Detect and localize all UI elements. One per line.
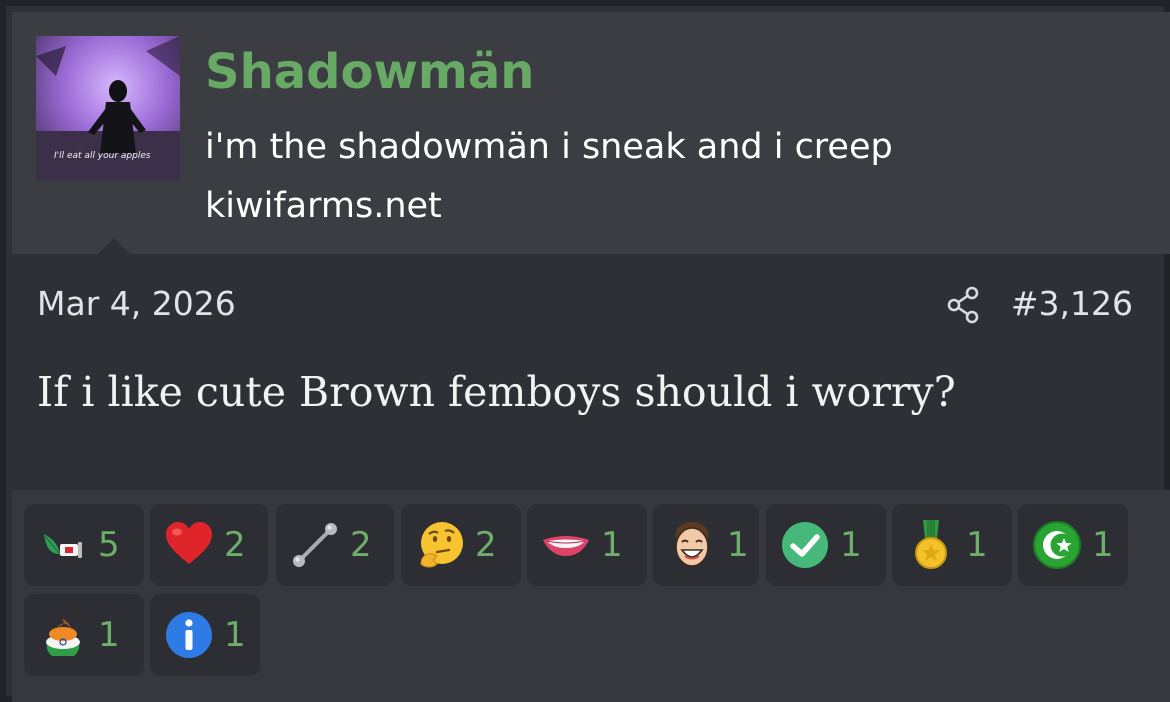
reaction-count: 2 xyxy=(475,525,497,565)
reaction-count: 1 xyxy=(840,525,862,565)
reaction-count: 2 xyxy=(350,525,372,565)
reaction-thinking[interactable]: 2 xyxy=(401,504,521,586)
reaction-count: 1 xyxy=(98,615,120,655)
info-icon xyxy=(166,612,212,658)
laughing-man-icon xyxy=(675,522,709,567)
header-pointer xyxy=(96,238,132,256)
checkmark-icon xyxy=(782,522,828,568)
reaction-poop-flag[interactable]: 1 xyxy=(24,594,144,676)
reaction-lips[interactable]: 1 xyxy=(527,504,647,586)
post-date[interactable]: Mar 4, 2026 xyxy=(37,284,236,324)
reaction-medal[interactable]: 1 xyxy=(892,504,1012,586)
reaction-count: 1 xyxy=(601,525,623,565)
leaf-flag-icon xyxy=(44,534,82,558)
reaction-count: 1 xyxy=(966,525,988,565)
post-number[interactable]: #3,126 xyxy=(1011,284,1133,324)
reaction-count: 1 xyxy=(224,615,246,655)
reaction-leaf-flag[interactable]: 5 xyxy=(24,504,144,586)
barbell-icon xyxy=(293,523,337,567)
reaction-info[interactable]: 1 xyxy=(150,594,260,676)
avatar-caption: I'll eat all your apples xyxy=(54,151,151,161)
user-site: kiwifarms.net xyxy=(205,186,442,226)
post-container: I'll eat all your apples Shadowmän i'm t… xyxy=(0,0,1170,702)
reaction-laughing-man[interactable]: 1 xyxy=(653,504,759,586)
reaction-checkmark[interactable]: 1 xyxy=(766,504,886,586)
heart-icon xyxy=(166,522,212,564)
reaction-heart[interactable]: 2 xyxy=(150,504,268,586)
lips-icon xyxy=(543,536,589,556)
share-icon[interactable] xyxy=(946,286,982,324)
reaction-count: 1 xyxy=(727,525,749,565)
thinking-face-icon xyxy=(420,522,463,568)
username[interactable]: Shadowmän xyxy=(205,42,534,102)
user-header: I'll eat all your apples Shadowmän i'm t… xyxy=(12,12,1170,256)
post-body: If i like cute Brown femboys should i wo… xyxy=(37,368,956,416)
user-avatar[interactable]: I'll eat all your apples xyxy=(36,36,180,180)
reaction-count: 1 xyxy=(1092,525,1114,565)
poop-flag-icon xyxy=(46,619,80,656)
medal-icon xyxy=(915,520,947,569)
reaction-crescent[interactable]: 1 xyxy=(1018,504,1128,586)
crescent-star-icon xyxy=(1033,521,1081,569)
reaction-barbell[interactable]: 2 xyxy=(276,504,394,586)
user-title: i'm the shadowmän i sneak and i creep xyxy=(205,127,893,167)
reaction-count: 5 xyxy=(98,525,120,565)
reactions-bar: 5 2 2 2 1 1 1 1 1 1 1 xyxy=(12,490,1170,702)
reaction-count: 2 xyxy=(224,525,246,565)
